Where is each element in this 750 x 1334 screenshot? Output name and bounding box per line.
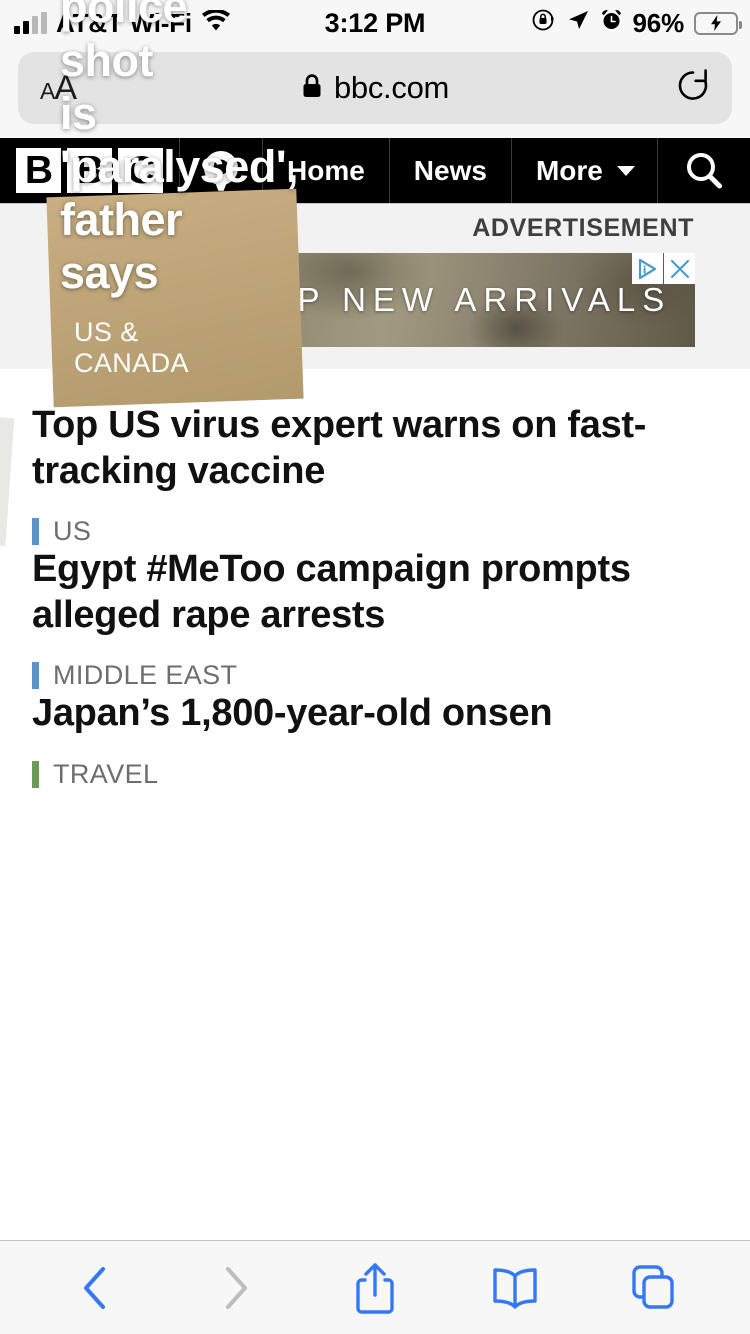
story-headline: Japan’s 1,800-year-old onsen — [32, 692, 553, 735]
category-color-bar — [32, 518, 39, 546]
back-button[interactable] — [51, 1258, 141, 1318]
category-color-bar — [32, 662, 39, 690]
story-category-label: MIDDLE EAST — [53, 660, 238, 691]
reload-button[interactable] — [676, 68, 710, 109]
story-item[interactable]: Egypt #MeToo campaign prompts alleged ra… — [32, 547, 718, 692]
search-icon — [687, 152, 722, 188]
bbc-logo-letter-1: B — [16, 148, 61, 193]
wifi-icon — [201, 8, 231, 39]
share-button[interactable] — [330, 1258, 420, 1318]
story-category-label: TRAVEL — [53, 758, 159, 789]
chevron-down-icon — [617, 165, 635, 176]
nav-item-news[interactable]: News — [390, 138, 512, 203]
status-bar-right: 96% — [531, 7, 750, 40]
tabs-icon — [632, 1264, 674, 1309]
battery-percent-label: 96% — [632, 7, 685, 38]
forward-chevron-icon — [226, 1266, 248, 1309]
story-item[interactable]: Top US virus expert warns on fast-tracki… — [32, 403, 718, 548]
back-chevron-icon — [83, 1266, 105, 1309]
story-category-label: US — [53, 516, 92, 547]
lock-icon — [301, 73, 323, 104]
story-headline: Top US virus expert warns on fast-tracki… — [32, 404, 647, 492]
location-arrow-icon — [566, 8, 590, 39]
nav-item-more-label: More — [535, 154, 603, 186]
story-category-tag: MIDDLE EAST — [32, 660, 718, 691]
alarm-clock-icon — [599, 7, 624, 39]
story-category-tag: US — [32, 516, 718, 547]
category-color-bar — [32, 760, 39, 788]
bookmarks-book-icon — [492, 1267, 537, 1309]
story-item[interactable]: Japan’s 1,800-year-old onsen TRAVEL — [32, 691, 718, 790]
safari-bottom-toolbar — [0, 1240, 750, 1334]
bookmarks-button[interactable] — [470, 1258, 560, 1318]
story-category-tag: TRAVEL — [32, 759, 718, 790]
url-text: bbc.com — [333, 70, 450, 105]
rotation-lock-icon — [531, 7, 557, 40]
share-icon — [356, 1262, 394, 1314]
story-headline: Egypt #MeToo campaign prompts alleged ra… — [32, 548, 631, 636]
tabs-button[interactable] — [609, 1258, 699, 1318]
forward-button[interactable] — [190, 1258, 280, 1318]
close-icon[interactable] — [664, 253, 695, 284]
signal-bars-icon — [14, 12, 47, 34]
battery-charging-icon — [694, 11, 742, 35]
news-feed: BLACK LIVES MATTER Black man police shot… — [0, 0, 750, 790]
search-button[interactable] — [658, 138, 750, 203]
nav-item-more[interactable]: More — [512, 138, 658, 203]
adchoices-icon[interactable] — [632, 253, 663, 284]
advertisement-controls — [631, 253, 695, 284]
